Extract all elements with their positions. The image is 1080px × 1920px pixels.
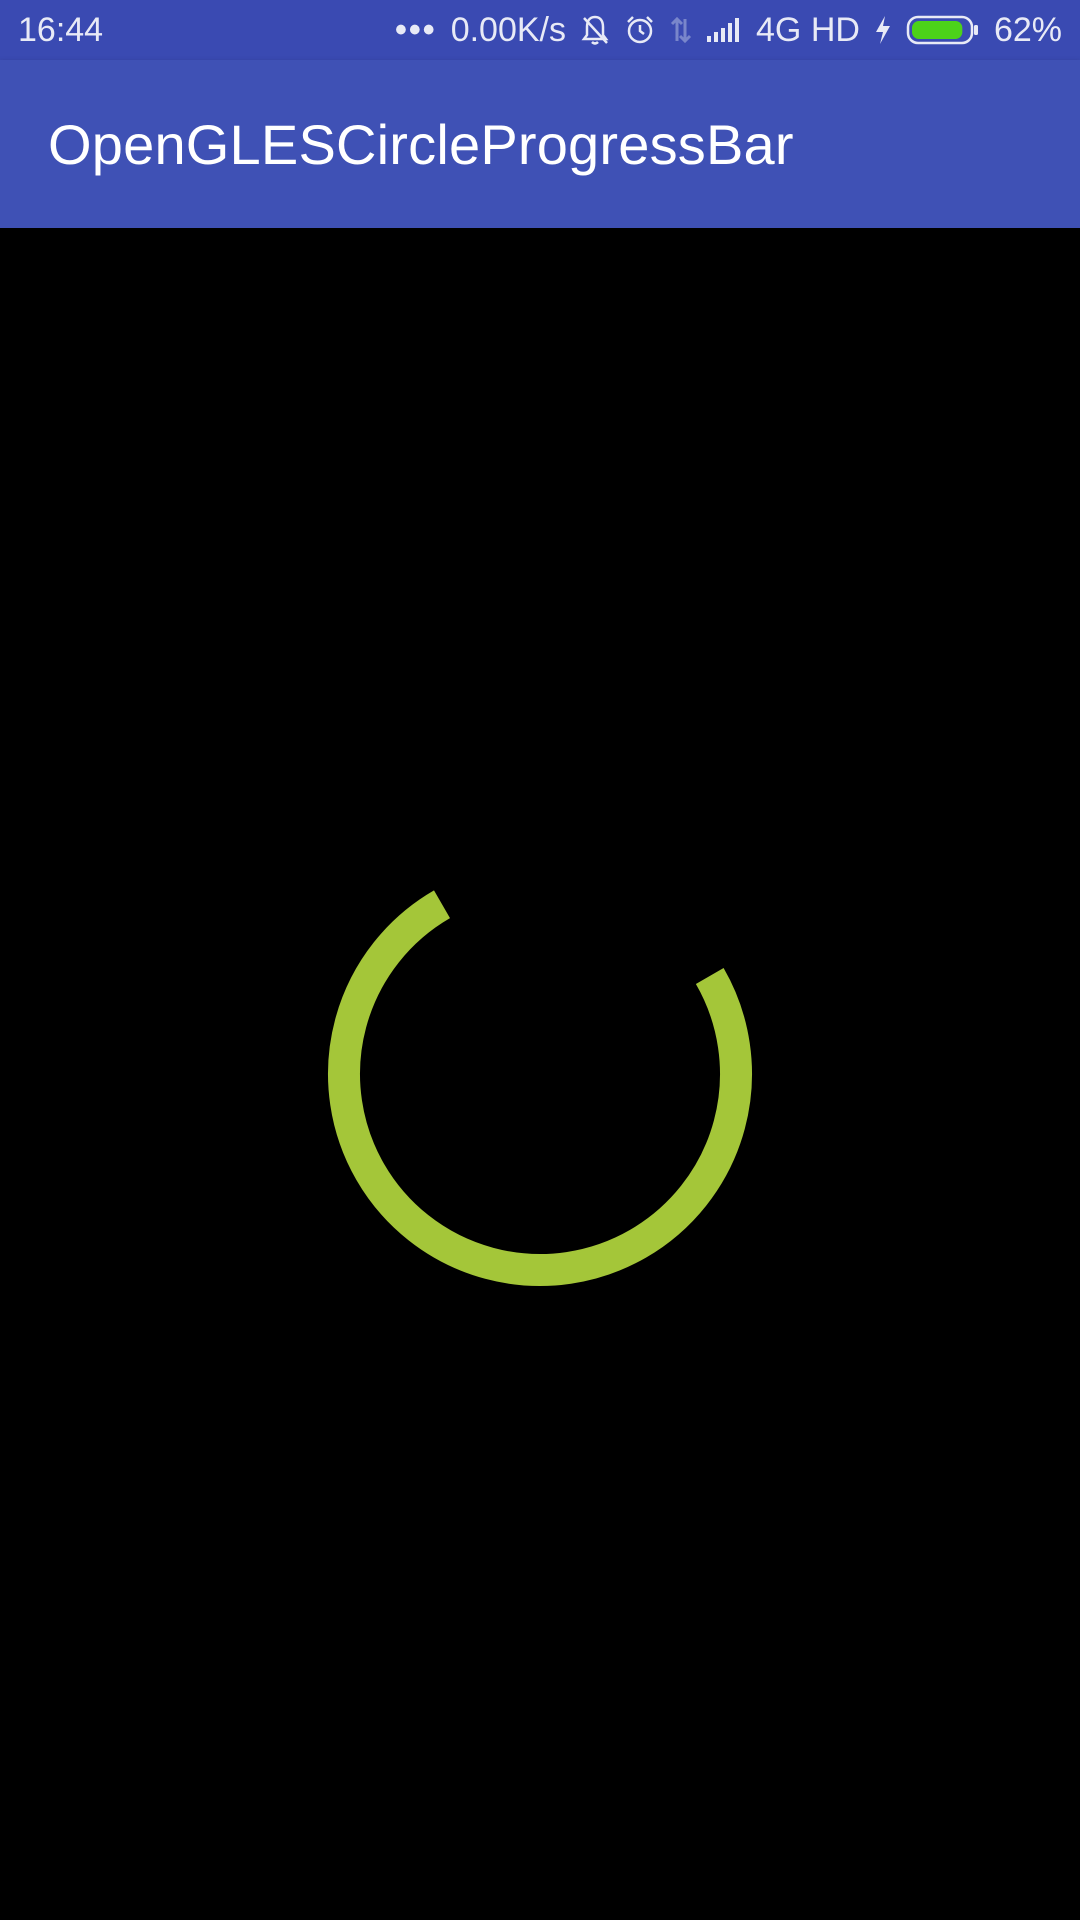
status-time: 16:44 [18, 10, 104, 49]
battery-icon [906, 14, 980, 46]
circle-progress-bar [328, 890, 752, 1286]
net-speed: 0.00K/s [450, 10, 567, 49]
progress-arc [328, 890, 752, 1286]
signal-icon [706, 16, 742, 44]
app-title: OpenGLESCircleProgressBar [48, 112, 794, 176]
status-bar: 16:44 ••• 0.00K/s 4G HD 62% [0, 0, 1080, 60]
app-bar: OpenGLESCircleProgressBar [0, 60, 1080, 228]
more-notifications-indicator: ••• [394, 10, 437, 49]
data-transfer-icon [670, 15, 692, 45]
charging-bolt-icon [874, 15, 892, 45]
network-type: 4G HD [756, 10, 860, 49]
battery-percent: 62% [993, 10, 1062, 49]
battery-fill [911, 21, 963, 39]
alarm-icon [624, 14, 656, 46]
status-indicators: ••• 0.00K/s 4G HD 62% [395, 11, 1062, 50]
notifications-off-icon [580, 14, 610, 46]
gl-surface [0, 228, 1080, 1920]
